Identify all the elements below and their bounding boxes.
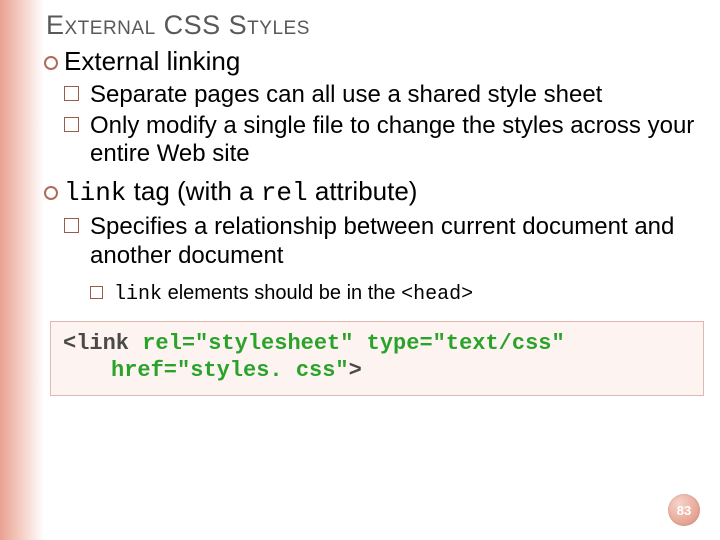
code-text: href="styles. css" [111, 358, 349, 383]
bullet-text: Separate pages can all use a shared styl… [90, 81, 710, 110]
bullet-text: Only modify a single file to change the … [90, 112, 710, 170]
bullet-text: External linking [64, 47, 710, 77]
list-item: link elements should be in the <head> [90, 281, 710, 307]
text: <link [63, 331, 142, 356]
slide-content: External CSS Styles External linking Sep… [44, 10, 710, 530]
code-text: <head> [401, 283, 473, 306]
page-number: 83 [677, 503, 691, 518]
bullet-text: link elements should be in the <head> [114, 281, 710, 307]
bullet-list: External linking Separate pages can all … [44, 47, 710, 307]
list-item: External linking Separate pages can all … [44, 47, 710, 169]
code-text: link [64, 178, 126, 208]
code-text: rel [261, 178, 308, 208]
slide-title: External CSS Styles [46, 10, 710, 41]
list-item: Specifies a relationship between current… [64, 213, 710, 307]
bullet-text: Specifies a relationship between current… [90, 213, 710, 271]
text: attribute) [308, 176, 418, 206]
code-line: href="styles. css"> [63, 357, 691, 385]
code-text: rel="stylesheet" type="text/css" [142, 331, 564, 356]
page-number-badge: 83 [668, 494, 700, 526]
code-text: link [114, 283, 162, 306]
code-example: <link rel="stylesheet" type="text/css" h… [50, 321, 704, 396]
bullet-text: link tag (with a rel attribute) [64, 177, 710, 209]
list-item: link tag (with a rel attribute) Specifie… [44, 177, 710, 306]
code-line: <link rel="stylesheet" type="text/css" [63, 330, 691, 358]
text: tag (with a [126, 176, 260, 206]
text: elements should be in the [162, 282, 401, 304]
decorative-left-bar [0, 0, 44, 540]
text: > [349, 358, 362, 383]
list-item: Only modify a single file to change the … [64, 112, 710, 170]
list-item: Separate pages can all use a shared styl… [64, 81, 710, 110]
